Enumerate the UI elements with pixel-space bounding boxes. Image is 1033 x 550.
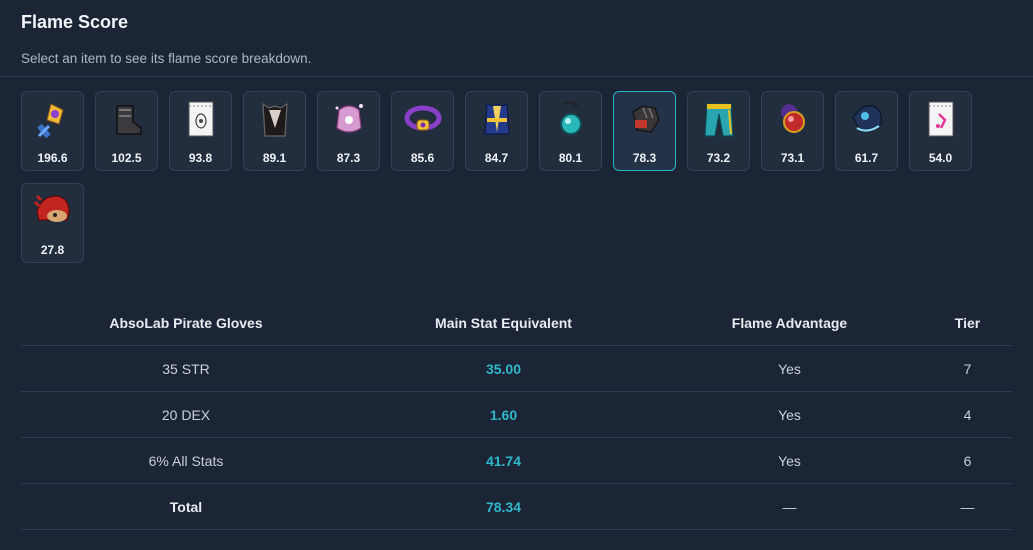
ruby-pendant-icon xyxy=(781,104,805,133)
column-header-item: AbsoLab Pirate Gloves xyxy=(21,300,351,346)
row-advantage: Yes xyxy=(656,391,923,438)
shoulder-icon xyxy=(852,105,882,132)
row-stat: 6% All Stats xyxy=(21,437,351,484)
total-tier: — xyxy=(923,483,1012,530)
item-card[interactable]: 27.8 xyxy=(21,183,84,263)
item-score: 85.6 xyxy=(410,151,435,165)
item-score: 196.6 xyxy=(37,151,68,165)
overall-armor-icon xyxy=(484,103,510,135)
table-header-row: AbsoLab Pirate Gloves Main Stat Equivale… xyxy=(21,300,1012,346)
row-stat: 35 STR xyxy=(21,345,351,392)
item-score: 87.3 xyxy=(336,151,361,165)
item-card[interactable]: 80.1 xyxy=(539,91,602,171)
item-card[interactable]: 84.7 xyxy=(465,91,528,171)
item-score: 27.8 xyxy=(40,243,65,257)
item-score: 93.8 xyxy=(188,151,213,165)
item-card[interactable]: 87.3 xyxy=(317,91,380,171)
item-card[interactable]: 89.1 xyxy=(243,91,306,171)
row-advantage: Yes xyxy=(656,437,923,484)
table-row: 20 DEX 1.60 Yes 4 xyxy=(21,391,1012,438)
item-score: 73.2 xyxy=(706,151,731,165)
item-card[interactable]: 78.3 xyxy=(613,91,676,171)
column-header-tier: Tier xyxy=(923,300,1012,346)
row-advantage: Yes xyxy=(656,345,923,392)
item-card[interactable]: 93.8 xyxy=(169,91,232,171)
row-tier: 6 xyxy=(923,437,1012,484)
gloves-icon xyxy=(632,105,660,133)
item-score: 84.7 xyxy=(484,151,509,165)
table-row: 6% All Stats 41.74 Yes 6 xyxy=(21,437,1012,484)
item-card[interactable]: 102.5 xyxy=(95,91,158,171)
row-stat: 20 DEX xyxy=(21,391,351,438)
total-advantage: — xyxy=(656,483,923,530)
row-main-stat: 1.60 xyxy=(351,391,656,438)
breakdown-table: AbsoLab Pirate Gloves Main Stat Equivale… xyxy=(21,300,1012,530)
item-score: 78.3 xyxy=(632,151,657,165)
boots-icon xyxy=(116,105,142,135)
pink-scroll-icon xyxy=(928,101,954,137)
item-card[interactable]: 73.2 xyxy=(687,91,750,171)
flame-score-panel: Flame Score Select an item to see its fl… xyxy=(0,0,1033,550)
column-header-main-stat: Main Stat Equivalent xyxy=(351,300,656,346)
scroll-icon xyxy=(188,101,214,137)
row-tier: 7 xyxy=(923,345,1012,392)
item-card[interactable]: 73.1 xyxy=(761,91,824,171)
row-tier: 4 xyxy=(923,391,1012,438)
item-score: 54.0 xyxy=(928,151,953,165)
total-label: Total xyxy=(21,483,351,530)
column-header-advantage: Flame Advantage xyxy=(656,300,923,346)
item-card[interactable]: 54.0 xyxy=(909,91,972,171)
row-main-stat: 41.74 xyxy=(351,437,656,484)
item-card[interactable]: 196.6 xyxy=(21,91,84,171)
pants-icon xyxy=(704,103,734,137)
page-subtitle: Select an item to see its flame score br… xyxy=(21,51,312,66)
row-main-stat: 35.00 xyxy=(351,345,656,392)
item-score: 102.5 xyxy=(111,151,142,165)
item-score: 73.1 xyxy=(780,151,805,165)
staff-weapon-icon xyxy=(37,103,64,138)
cape-icon xyxy=(262,102,288,137)
item-card[interactable]: 85.6 xyxy=(391,91,454,171)
pendant-icon xyxy=(560,101,582,135)
total-row: Total 78.34 — — xyxy=(21,483,1012,530)
item-card[interactable]: 61.7 xyxy=(835,91,898,171)
item-score: 89.1 xyxy=(262,151,287,165)
table-row: 35 STR 35.00 Yes 7 xyxy=(21,345,1012,392)
page-title: Flame Score xyxy=(21,12,129,32)
pocket-item-icon xyxy=(335,104,363,133)
belt-icon xyxy=(404,105,442,131)
header-divider xyxy=(0,76,1033,77)
item-score: 80.1 xyxy=(558,151,583,165)
total-main-stat: 78.34 xyxy=(351,483,656,530)
hat-icon xyxy=(33,194,70,222)
item-score: 61.7 xyxy=(854,151,879,165)
